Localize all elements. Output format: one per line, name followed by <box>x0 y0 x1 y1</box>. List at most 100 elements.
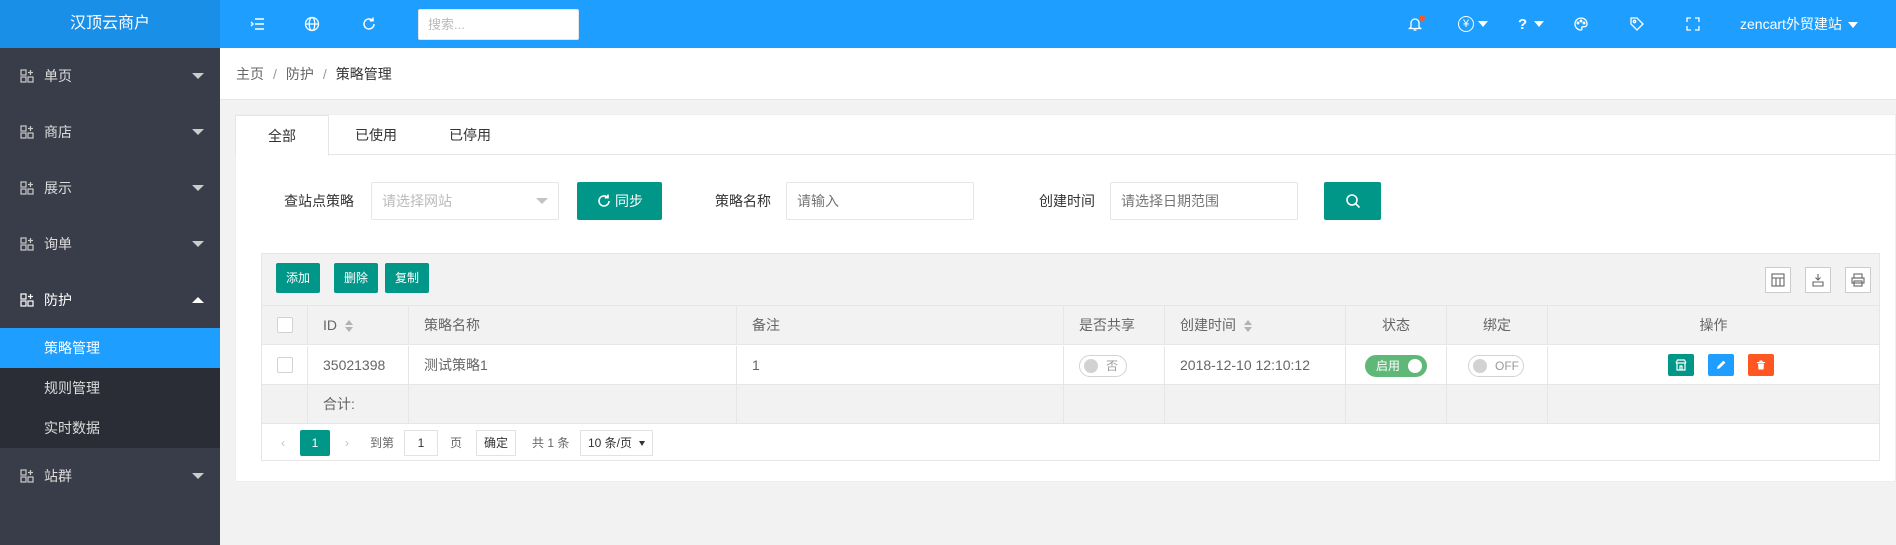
page-size-select[interactable]: 10 条/页 <box>580 430 653 456</box>
column-header-id[interactable]: ID <box>308 306 409 345</box>
shared-switch[interactable]: 否 <box>1079 355 1127 377</box>
app-logo[interactable]: 汉顶云商户 <box>0 0 220 48</box>
refresh-icon <box>598 194 610 207</box>
total-empty-cell <box>1346 385 1447 424</box>
chevron-up-icon <box>192 297 204 303</box>
date-range-input[interactable] <box>1110 182 1298 220</box>
cell-name: 测试策略1 <box>409 346 737 385</box>
table-total-row: 合计: <box>262 385 1879 424</box>
chevron-down-icon <box>192 185 204 191</box>
sidebar-subitem-realtime-data[interactable]: 实时数据 <box>0 408 220 448</box>
print-icon[interactable] <box>1845 267 1871 293</box>
bind-switch[interactable]: OFF <box>1468 355 1524 377</box>
breadcrumb: 主页 / 防护 / 策略管理 <box>220 48 1896 100</box>
policy-name-input[interactable] <box>786 182 974 220</box>
switch-knob <box>1473 359 1487 373</box>
switch-knob <box>1084 359 1098 373</box>
sidebar-item-label: 展示 <box>44 180 72 196</box>
page-jump-input[interactable]: 1 <box>404 430 438 456</box>
module-icon <box>20 69 34 83</box>
currency-icon: ¥ <box>1458 16 1474 32</box>
cell-status: 启用 <box>1346 346 1447 385</box>
sidebar-item-site-group[interactable]: 站群 <box>0 448 220 504</box>
sidebar-item-display[interactable]: 展示 <box>0 160 220 216</box>
prev-page-icon[interactable]: ‹ <box>268 430 298 456</box>
bell-icon[interactable] <box>1403 12 1427 36</box>
select-all-checkbox[interactable] <box>277 317 293 333</box>
copy-button[interactable]: 复制 <box>385 263 430 293</box>
shared-switch-label: 否 <box>1106 359 1119 373</box>
bind-switch-label: OFF <box>1495 359 1519 373</box>
status-switch[interactable]: 启用 <box>1365 355 1427 377</box>
sidebar-item-single-page[interactable]: 单页 <box>0 48 220 104</box>
user-name: zencart外贸建站 <box>1740 16 1842 32</box>
export-icon[interactable] <box>1805 267 1831 293</box>
switch-knob <box>1408 359 1422 373</box>
add-button[interactable]: 添加 <box>276 263 321 293</box>
column-header-created[interactable]: 创建时间 <box>1165 306 1346 345</box>
cell-shared: 否 <box>1064 346 1165 385</box>
tab-in-use[interactable]: 已使用 <box>329 115 423 155</box>
sidebar-subitem-rule-management[interactable]: 规则管理 <box>0 368 220 408</box>
currency-menu[interactable]: ¥ <box>1458 12 1492 36</box>
delete-button[interactable]: 删除 <box>334 263 379 293</box>
palette-icon[interactable] <box>1569 12 1593 36</box>
next-page-icon[interactable]: › <box>332 430 362 456</box>
module-icon <box>20 237 34 251</box>
fullscreen-icon[interactable] <box>1681 12 1705 36</box>
search-input[interactable] <box>418 9 579 40</box>
sort-icon[interactable] <box>1244 320 1252 333</box>
breadcrumb-section[interactable]: 防护 <box>286 66 314 82</box>
total-empty-cell <box>262 385 308 424</box>
column-header-status: 状态 <box>1346 306 1447 345</box>
edit-button[interactable] <box>1708 354 1734 376</box>
module-icon <box>20 293 34 307</box>
delete-row-button[interactable] <box>1748 354 1774 376</box>
column-header-name: 策略名称 <box>409 306 737 345</box>
bind-site-button[interactable] <box>1668 354 1694 376</box>
table-row: 35021398 测试策略1 1 否 2018-12-10 12:10:12 启… <box>262 346 1879 385</box>
column-filter-icon[interactable] <box>1765 267 1791 293</box>
sidebar-item-label: 商店 <box>44 124 72 140</box>
page-1-button[interactable]: 1 <box>300 430 330 456</box>
pencil-icon <box>1717 360 1726 369</box>
sync-button[interactable]: 同步 <box>577 182 662 220</box>
row-select-cell <box>262 346 308 385</box>
tab-disabled[interactable]: 已停用 <box>423 115 517 155</box>
sort-icon[interactable] <box>345 320 353 333</box>
tag-icon[interactable] <box>1625 12 1649 36</box>
sidebar-item-shop[interactable]: 商店 <box>0 104 220 160</box>
table-header-row: ID 策略名称 备注 是否共享 创建时间 状态 绑定 操作 <box>262 306 1879 345</box>
search-button[interactable] <box>1324 182 1381 220</box>
sidebar-item-label: 站群 <box>44 468 72 484</box>
select-all-cell <box>262 306 308 345</box>
table-toolbar: 添加 删除 复制 <box>262 254 1879 306</box>
policy-name-label: 策略名称 <box>715 193 771 209</box>
total-empty-cell <box>1165 385 1346 424</box>
trash-icon <box>1757 360 1765 370</box>
chevron-down-icon <box>639 441 645 446</box>
column-header-shared: 是否共享 <box>1064 306 1165 345</box>
user-menu[interactable]: zencart外贸建站 <box>1740 0 1858 48</box>
breadcrumb-home[interactable]: 主页 <box>236 66 264 82</box>
site-select[interactable]: 请选择网站 <box>371 182 559 220</box>
refresh-icon[interactable] <box>357 12 381 36</box>
help-menu[interactable]: ? <box>1518 12 1552 36</box>
page-jump-confirm-button[interactable]: 确定 <box>476 430 516 456</box>
column-header-label: 创建时间 <box>1180 317 1236 333</box>
column-header-label: ID <box>323 317 337 333</box>
chevron-down-icon <box>192 241 204 247</box>
column-header-actions: 操作 <box>1699 317 1728 333</box>
site-select-placeholder: 请选择网站 <box>382 193 452 209</box>
sidebar-item-inquiry[interactable]: 询单 <box>0 216 220 272</box>
sidebar-subitem-policy-management[interactable]: 策略管理 <box>0 328 220 368</box>
row-checkbox[interactable] <box>277 357 293 373</box>
tab-all[interactable]: 全部 <box>235 115 329 156</box>
sidebar-item-protection[interactable]: 防护 <box>0 272 220 328</box>
menu-toggle-icon[interactable] <box>246 12 270 36</box>
total-empty-cell <box>1447 385 1548 424</box>
sidebar-item-label: 防护 <box>44 292 72 308</box>
module-icon <box>20 181 34 195</box>
globe-icon[interactable] <box>300 12 324 36</box>
page-size-value: 10 条/页 <box>588 436 633 450</box>
